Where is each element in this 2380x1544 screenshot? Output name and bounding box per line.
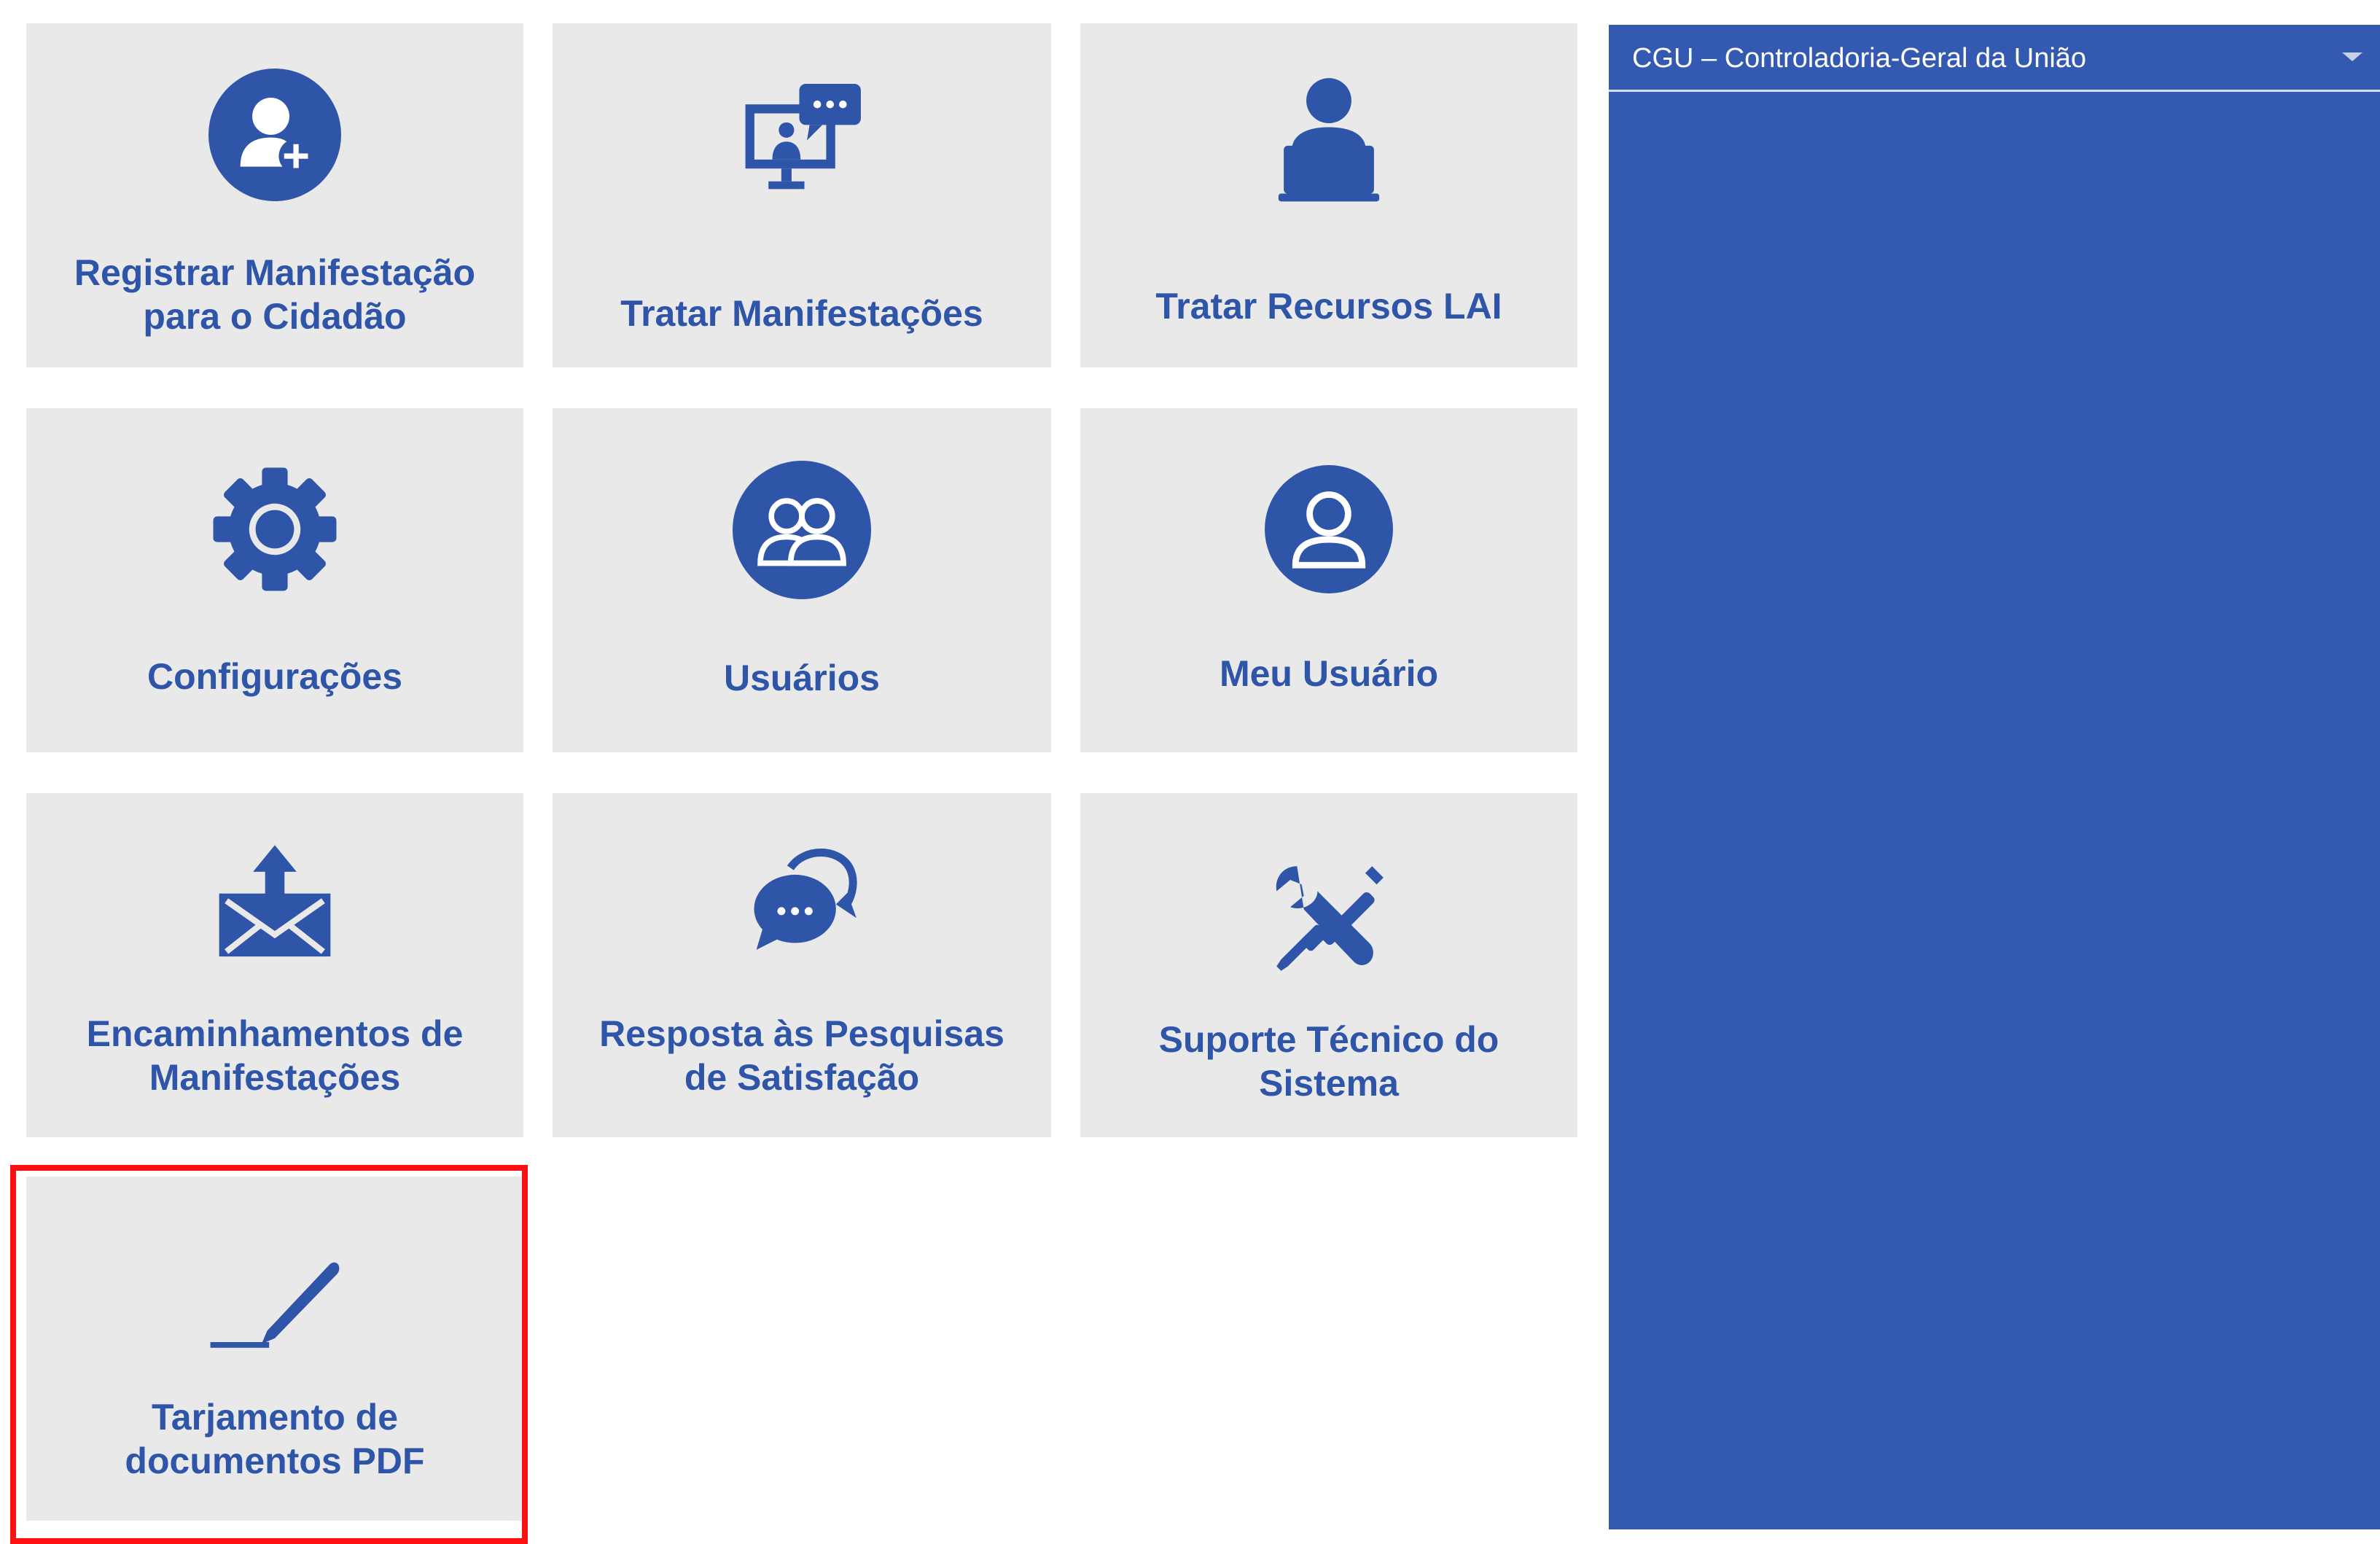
tile-resposta-pesquisas[interactable]: Resposta às Pesquisas de Satisfação xyxy=(553,793,1051,1137)
gear-icon xyxy=(26,465,523,593)
tile-label: Tratar Recursos LAI xyxy=(1155,286,1502,327)
tile-suporte-tecnico[interactable]: Suporte Técnico do Sistema xyxy=(1080,793,1577,1137)
tile-label: Registrar Manifestação para o Cidadão xyxy=(74,252,476,337)
tile-label: Resposta às Pesquisas de Satisfação xyxy=(599,1013,1004,1098)
right-panel: CGU – Controladoria-Geral da União xyxy=(1609,25,2380,1529)
tools-icon xyxy=(1080,862,1577,975)
tile-label: Meu Usuário xyxy=(1219,653,1439,694)
user-add-icon xyxy=(26,69,523,201)
tile-label: Configurações xyxy=(147,656,403,697)
pen-signature-icon xyxy=(26,1257,523,1352)
org-select-value: CGU – Controladoria-Geral da União xyxy=(1632,43,2087,74)
tile-tarjamento-pdf[interactable]: Tarjamento de documentos PDF xyxy=(26,1177,523,1521)
tile-label: Tarjamento de documentos PDF xyxy=(125,1397,425,1481)
user-laptop-icon xyxy=(1080,71,1577,204)
monitor-chat-icon xyxy=(553,79,1051,207)
chevron-down-icon[interactable] xyxy=(2342,52,2363,61)
tile-label: Usuários xyxy=(724,658,880,698)
chat-bubbles-icon xyxy=(553,838,1051,952)
tile-usuarios[interactable]: Usuários xyxy=(553,408,1051,752)
tile-tratar-manifestacoes[interactable]: Tratar Manifestações xyxy=(553,23,1051,367)
tile-tratar-recursos-lai[interactable]: Tratar Recursos LAI xyxy=(1080,23,1577,367)
org-select[interactable]: CGU – Controladoria-Geral da União xyxy=(1609,25,2380,92)
tile-meu-usuario[interactable]: Meu Usuário xyxy=(1080,408,1577,752)
tile-label: Encaminhamentos de Manifestações xyxy=(86,1013,464,1098)
tile-label: Tratar Manifestações xyxy=(620,293,983,334)
tile-label: Suporte Técnico do Sistema xyxy=(1158,1019,1499,1104)
tile-configuracoes[interactable]: Configurações xyxy=(26,408,523,752)
tile-registrar-manifestacao[interactable]: Registrar Manifestação para o Cidadão xyxy=(26,23,523,367)
users-icon xyxy=(553,461,1051,599)
tile-encaminhamentos[interactable]: Encaminhamentos de Manifestações xyxy=(26,793,523,1137)
envelope-upload-icon xyxy=(26,843,523,964)
user-circle-icon xyxy=(1080,465,1577,593)
